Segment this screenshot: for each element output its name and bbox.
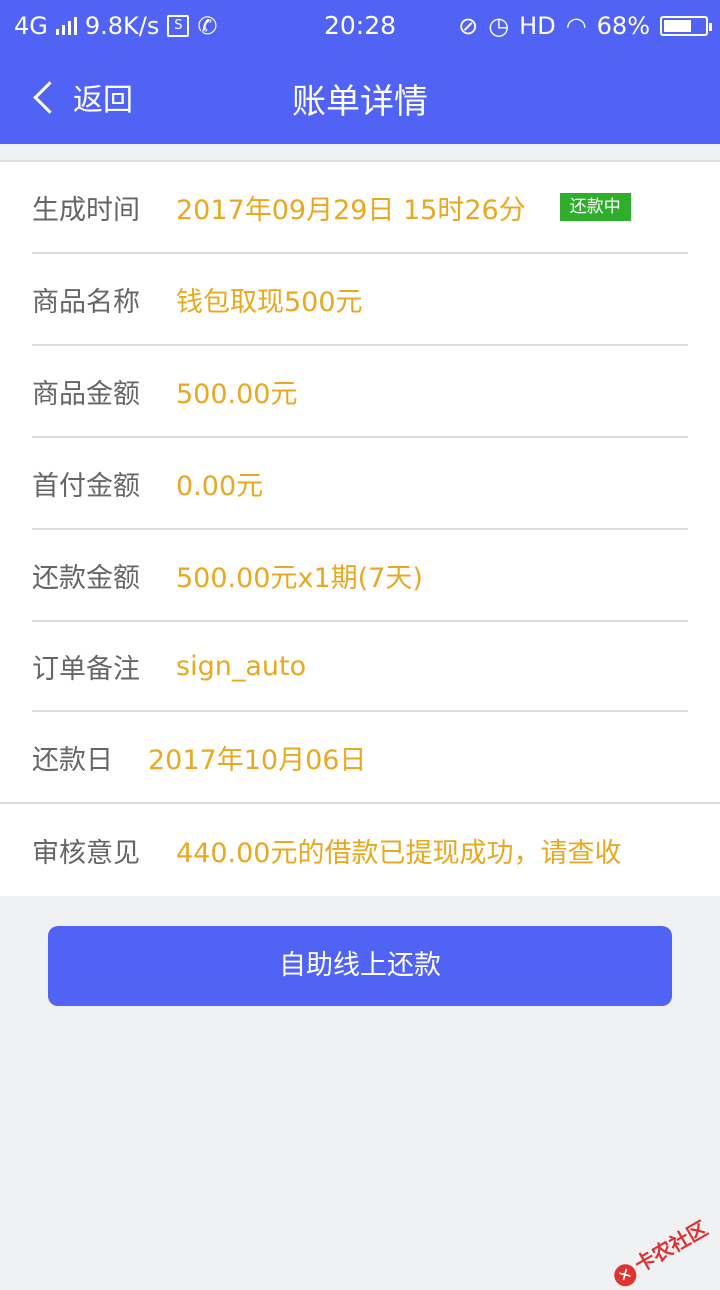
product-value: 钱包取现500元 [176,286,363,318]
page-title: 账单详情 [292,82,428,122]
watermark: ✕卡农社区 [607,1213,712,1290]
alarm-icon: ◷ [488,12,510,40]
detail-row-due-date: 还款日 2017年10月06日 [0,712,720,804]
repayment-value: 500.00元x1期(7天) [176,562,423,594]
detail-row-amount: 商品金额 500.00元 [32,346,688,438]
review-value: 440.00元的借款已提现成功，请查收 [176,837,622,869]
detail-row-repayment: 还款金额 500.00元x1期(7天) [32,530,688,622]
nav-bar: 返回 账单详情 [0,52,720,144]
status-bar: 4G 9.8K/s S ✆ 20:28 ⊘ ◷ HD ◠ 68% ⚡ [0,0,720,52]
due-date-label: 还款日 [32,744,113,776]
mute-icon: ⊘ [458,12,479,40]
remark-value: sign_auto [176,650,307,682]
online-repay-button[interactable]: 自助线上还款 [48,926,672,1006]
header-bar: 4G 9.8K/s S ✆ 20:28 ⊘ ◷ HD ◠ 68% ⚡ 返回 账单… [0,0,720,144]
wifi-icon: ◠ [565,12,587,40]
repayment-label: 还款金额 [32,562,140,594]
detail-row-created: 生成时间 2017年09月29日 15时26分 还款中 [32,162,688,254]
hd-label: HD [519,12,556,40]
amount-label: 商品金额 [32,378,140,410]
detail-row-remark: 订单备注 sign_auto [32,622,688,712]
detail-row-review: 审核意见 440.00元的借款已提现成功，请查收 [32,804,688,896]
status-right: ⊘ ◷ HD ◠ 68% ⚡ [458,0,712,52]
battery-percent: 68% [596,12,650,40]
due-date-value: 2017年10月06日 [148,744,367,776]
down-payment-label: 首付金额 [32,470,140,502]
created-label: 生成时间 [32,194,140,226]
review-label: 审核意见 [32,837,140,869]
amount-value: 500.00元 [176,378,298,410]
status-badge: 还款中 [559,193,631,221]
detail-row-product: 商品名称 钱包取现500元 [32,254,688,346]
bill-detail-card: 生成时间 2017年09月29日 15时26分 还款中 商品名称 钱包取现500… [0,160,720,896]
remark-label: 订单备注 [32,653,140,685]
created-value: 2017年09月29日 15时26分 [176,194,526,226]
watermark-text: 卡农社区 [630,1216,712,1277]
product-label: 商品名称 [32,286,140,318]
down-payment-value: 0.00元 [176,470,264,502]
detail-row-down-payment: 首付金额 0.00元 [32,438,688,530]
battery-icon: ⚡ [660,16,712,51]
